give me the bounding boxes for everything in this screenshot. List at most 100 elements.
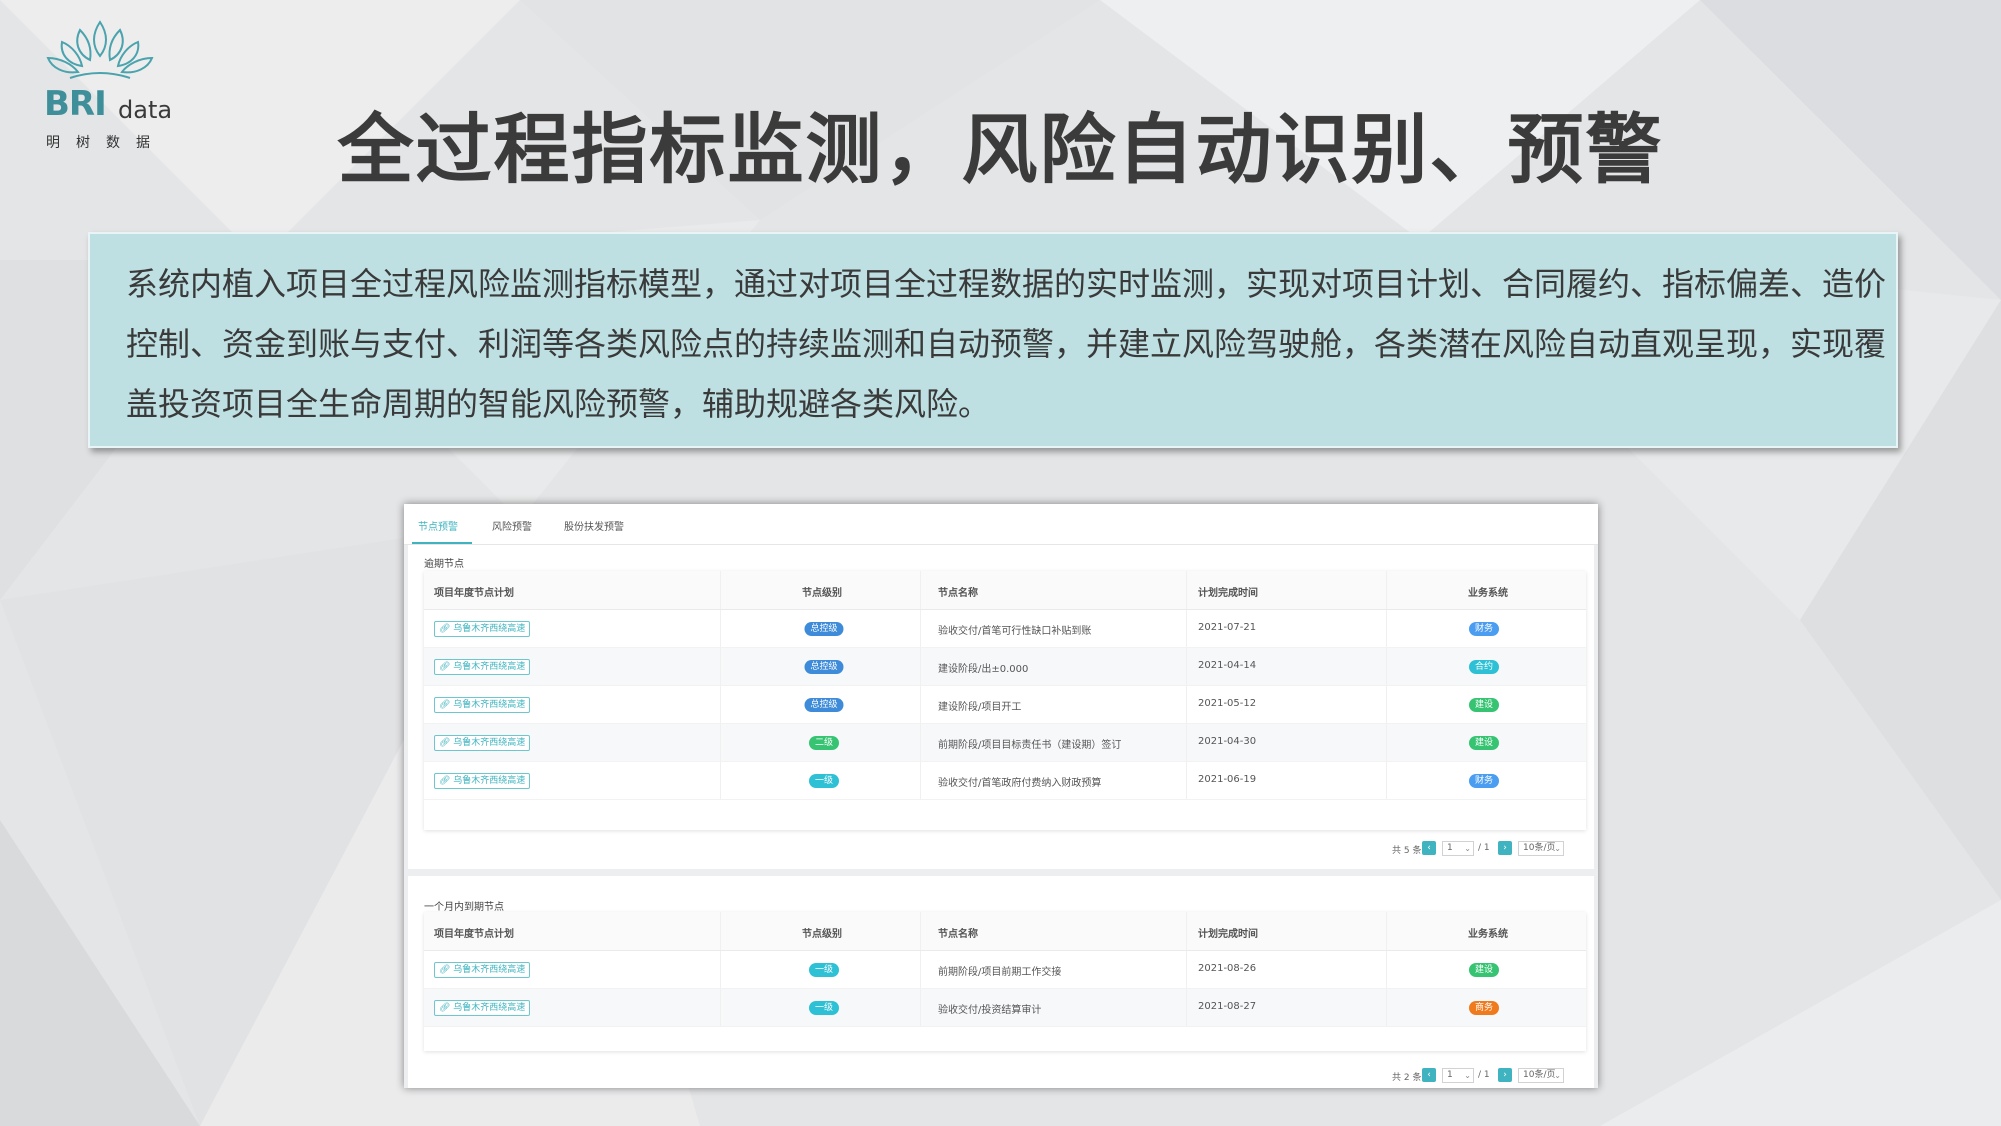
column-divider: [1386, 648, 1387, 685]
tab-active-indicator: [412, 542, 472, 544]
column-divider: [920, 724, 921, 761]
table-row: 🔗︎ 乌鲁木齐西绕高速 一级 验收交付/投资结算审计 2021-08-27 商务: [424, 989, 1586, 1027]
column-divider: [1386, 571, 1387, 609]
node-name: 验收交付/投资结算审计: [938, 1005, 1042, 1016]
system-badge: 财务: [1468, 774, 1500, 788]
system-badge: 建设: [1468, 963, 1500, 977]
project-link[interactable]: 🔗︎ 乌鲁木齐西绕高速: [434, 621, 531, 637]
plan-date: 2021-04-14: [1198, 660, 1257, 671]
column-divider: [920, 571, 921, 609]
project-link[interactable]: 🔗︎ 乌鲁木齐西绕高速: [434, 962, 531, 978]
column-divider: [920, 610, 921, 647]
column-divider: [720, 951, 721, 988]
prev-page-button[interactable]: ‹: [1422, 1068, 1436, 1082]
page-select[interactable]: 1 ⌄: [1442, 841, 1474, 856]
column-divider: [720, 610, 721, 647]
project-name: 乌鲁木齐西绕高速: [453, 738, 526, 748]
tab-node-warning[interactable]: 节点预警: [418, 518, 458, 533]
column-divider: [1386, 912, 1387, 950]
project-name: 乌鲁木齐西绕高速: [453, 776, 526, 786]
column-divider: [1186, 571, 1187, 609]
link-icon: 🔗︎: [439, 776, 454, 786]
column-divider: [920, 762, 921, 799]
col-header-date: 计划完成时间: [1198, 588, 1258, 599]
column-divider: [720, 912, 721, 950]
level-badge: 总控级: [804, 660, 844, 674]
plan-date: 2021-06-19: [1198, 774, 1257, 785]
next-page-button[interactable]: ›: [1498, 841, 1512, 855]
page-count: / 1: [1478, 1070, 1490, 1080]
table-empty-space: [424, 1027, 1586, 1051]
table-row: 🔗︎ 乌鲁木齐西绕高速 总控级 建设阶段/项目开工 2021-05-12 建设: [424, 686, 1586, 724]
page-size-value: 10条/页: [1523, 1070, 1556, 1080]
column-divider: [1386, 951, 1387, 988]
node-name: 前期阶段/项目前期工作交接: [938, 967, 1062, 978]
project-link[interactable]: 🔗︎ 乌鲁木齐西绕高速: [434, 773, 531, 789]
column-divider: [920, 951, 921, 988]
plan-date: 2021-05-12: [1198, 698, 1257, 709]
column-divider: [1386, 724, 1387, 761]
table-row: 🔗︎ 乌鲁木齐西绕高速 一级 前期阶段/项目前期工作交接 2021-08-26 建设: [424, 951, 1586, 989]
column-divider: [1386, 610, 1387, 647]
column-divider: [720, 989, 721, 1026]
col-header-project: 项目年度节点计划: [434, 929, 514, 940]
col-header-date: 计划完成时间: [1198, 929, 1258, 940]
column-divider: [920, 686, 921, 723]
table-body: 🔗︎ 乌鲁木齐西绕高速 一级 前期阶段/项目前期工作交接 2021-08-26 建设 🔗︎…: [424, 951, 1586, 1027]
link-icon: 🔗︎: [439, 965, 454, 975]
column-divider: [720, 686, 721, 723]
next-page-button[interactable]: ›: [1498, 1068, 1512, 1082]
column-divider: [920, 912, 921, 950]
page-size-select[interactable]: 10条/页 ⌄: [1518, 1068, 1564, 1083]
pagination-total: 共 5 条: [1392, 846, 1422, 856]
level-badge: 二级: [808, 736, 840, 750]
chevron-down-icon: ⌄: [1554, 844, 1561, 853]
column-divider: [1186, 610, 1187, 647]
plan-date: 2021-08-26: [1198, 963, 1257, 974]
project-link[interactable]: 🔗︎ 乌鲁木齐西绕高速: [434, 697, 531, 713]
tab-risk-warning[interactable]: 风险预警: [492, 518, 532, 533]
pagination: 共 2 条 ‹ 1 ⌄ / 1 › 10条/页 ⌄: [1392, 1068, 1582, 1084]
link-icon: 🔗︎: [439, 738, 454, 748]
page-title: 全过程指标监测，风险自动识别、预警: [337, 105, 1664, 194]
month-panel: 一个月内到期节点 项目年度节点计划 节点级别 节点名称 计划完成时间 业务系统 …: [408, 876, 1594, 1088]
node-name: 验收交付/首笔政府付费纳入财政预算: [938, 778, 1102, 789]
table-row: 🔗︎ 乌鲁木齐西绕高速 二级 前期阶段/项目目标责任书（建设期）签订 2021-04-…: [424, 724, 1586, 762]
level-badge: 总控级: [804, 622, 844, 636]
page-select[interactable]: 1 ⌄: [1442, 1068, 1474, 1083]
tab-bar: 节点预警 风险预警 股份扶发预警: [404, 504, 1598, 545]
month-table: 项目年度节点计划 节点级别 节点名称 计划完成时间 业务系统 🔗︎ 乌鲁木齐西绕…: [424, 912, 1586, 1051]
project-name: 乌鲁木齐西绕高速: [453, 965, 526, 975]
description-box: 系统内植入项目全过程风险监测指标模型，通过对项目全过程数据的实时监测，实现对项目…: [88, 232, 1898, 448]
system-badge: 合约: [1468, 660, 1500, 674]
chevron-down-icon: ⌄: [1554, 1071, 1561, 1080]
column-divider: [1386, 686, 1387, 723]
col-header-level: 节点级别: [802, 588, 842, 599]
col-header-system: 业务系统: [1468, 929, 1508, 940]
project-link[interactable]: 🔗︎ 乌鲁木齐西绕高速: [434, 1000, 531, 1016]
overdue-panel: 逾期节点 项目年度节点计划 节点级别 节点名称 计划完成时间 业务系统 🔗︎ 乌…: [408, 545, 1594, 869]
column-divider: [1386, 762, 1387, 799]
tab-share-warning[interactable]: 股份扶发预警: [564, 518, 624, 533]
page-size-select[interactable]: 10条/页 ⌄: [1518, 841, 1564, 856]
prev-page-button[interactable]: ‹: [1422, 841, 1436, 855]
project-link[interactable]: 🔗︎ 乌鲁木齐西绕高速: [434, 659, 531, 675]
project-link[interactable]: 🔗︎ 乌鲁木齐西绕高速: [434, 735, 531, 751]
column-divider: [1186, 951, 1187, 988]
system-badge: 财务: [1468, 622, 1500, 636]
table-row: 🔗︎ 乌鲁木齐西绕高速 总控级 验收交付/首笔可行性缺口补贴到账 2021-07-21…: [424, 610, 1586, 648]
link-icon: 🔗︎: [439, 1003, 454, 1013]
level-badge: 一级: [808, 774, 840, 788]
column-divider: [1186, 686, 1187, 723]
node-name: 验收交付/首笔可行性缺口补贴到账: [938, 626, 1092, 637]
column-divider: [1186, 989, 1187, 1026]
chevron-down-icon: ⌄: [1464, 1071, 1471, 1080]
column-divider: [920, 989, 921, 1026]
col-header-project: 项目年度节点计划: [434, 588, 514, 599]
overdue-title: 逾期节点: [424, 559, 464, 570]
col-header-node: 节点名称: [938, 588, 978, 599]
page-select-value: 1: [1447, 1070, 1453, 1080]
column-divider: [720, 648, 721, 685]
column-divider: [1186, 912, 1187, 950]
project-name: 乌鲁木齐西绕高速: [453, 1003, 526, 1013]
